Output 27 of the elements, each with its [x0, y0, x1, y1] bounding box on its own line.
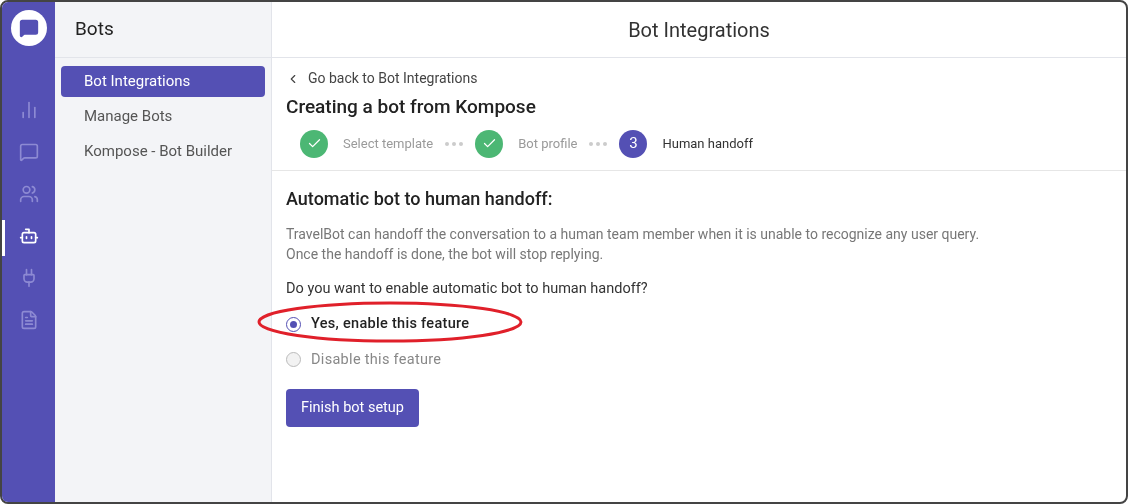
step-check-icon [300, 129, 328, 158]
radio-label: Disable this feature [311, 350, 442, 370]
back-link[interactable]: Go back to Bot Integrations [286, 68, 478, 89]
description-text: Once the handoff is done, the bot will stop replying. [286, 244, 605, 264]
finish-setup-button[interactable]: Finish bot setup [286, 388, 419, 427]
section-title: Automatic bot to human handoff: [286, 186, 554, 211]
description-text: TravelBot can handoff the conversation to a human team member when it is unable to recognize any user query. [286, 224, 981, 244]
question-text: Do you want to enable automatic bot to human handoff? [286, 278, 649, 299]
step-label: Bot profile [518, 134, 578, 153]
chat-icon[interactable] [18, 142, 39, 162]
radio-button[interactable] [286, 352, 301, 368]
step-number: 3 [619, 129, 648, 158]
bot-icon[interactable] [18, 226, 39, 246]
step-label: Select template [343, 134, 434, 153]
sidebar-item[interactable]: Bot Integrations [61, 66, 265, 97]
step-dots-icon [589, 141, 608, 146]
sidebar-item[interactable]: Manage Bots [61, 101, 265, 132]
step-dots-icon [445, 141, 464, 146]
sidebar-item[interactable]: Kompose - Bot Builder [61, 136, 265, 167]
step-label: Human handoff [662, 134, 753, 153]
step-check-icon [475, 129, 504, 158]
page-title: Creating a bot from Kompose [286, 94, 537, 120]
sidebar-title: Bots [75, 16, 114, 43]
page-header-title: Bot Integrations [628, 16, 770, 44]
users-icon[interactable] [18, 184, 39, 204]
radio-label: Yes, enable this feature [311, 314, 470, 335]
chat-logo-icon[interactable] [10, 10, 47, 46]
